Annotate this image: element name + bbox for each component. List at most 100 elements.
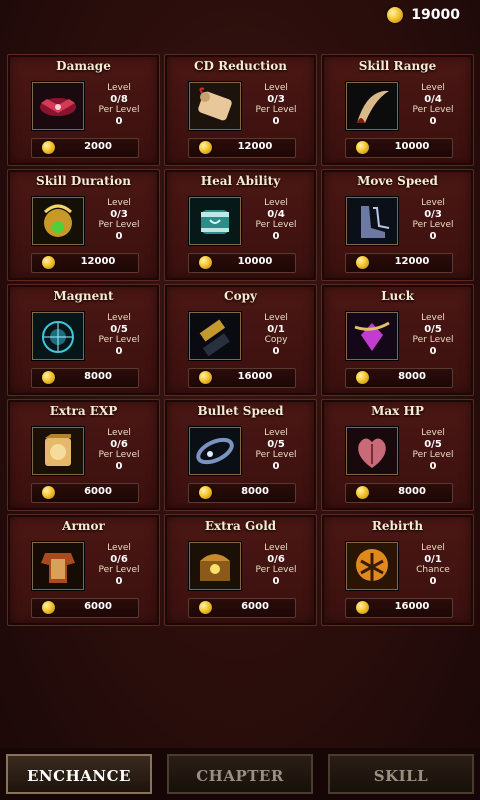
- damage-icon: [32, 82, 84, 130]
- buy-button[interactable]: 10000: [188, 253, 296, 273]
- tab-skill[interactable]: SKILL: [328, 754, 474, 794]
- buy-button[interactable]: 12000: [188, 138, 296, 158]
- enchant-card[interactable]: Rebirth Level 0/1 Chance 0 16000: [321, 514, 474, 626]
- price-value: 8000: [398, 486, 426, 497]
- stat-value: 0: [272, 461, 280, 472]
- card-stats: Level 0/5 Per Level 0: [90, 313, 148, 357]
- stat-value: 0/6: [267, 554, 285, 565]
- stat-label: Per Level: [412, 105, 454, 115]
- buy-button[interactable]: 8000: [345, 483, 453, 503]
- stat-value: 0: [272, 116, 280, 127]
- top-bar: 19000: [0, 0, 480, 32]
- stat-value: 0/5: [110, 324, 128, 335]
- buy-button[interactable]: 2000: [31, 138, 139, 158]
- gold-coin-icon: [356, 371, 369, 384]
- price-value: 6000: [84, 601, 112, 612]
- stat-value: 0/6: [110, 439, 128, 450]
- enchant-card[interactable]: Heal Ability Level 0/4 Per Level 0 10000: [164, 169, 317, 281]
- enchant-card[interactable]: CD Reduction Level 0/3 Per Level 0 12000: [164, 54, 317, 166]
- card-stats: Level 0/8 Per Level 0: [90, 83, 148, 127]
- enchant-card[interactable]: Bullet Speed Level 0/5 Per Level 0 8000: [164, 399, 317, 511]
- enchant-card[interactable]: Damage Level 0/8 Per Level 0 2000: [7, 54, 160, 166]
- buy-button[interactable]: 12000: [345, 253, 453, 273]
- card-title: Luck: [381, 289, 414, 303]
- gold-coin-icon: [356, 256, 369, 269]
- luck-icon: [346, 312, 398, 360]
- price-value: 6000: [84, 486, 112, 497]
- buy-button[interactable]: 16000: [188, 368, 296, 388]
- skill-duration-icon: [32, 197, 84, 245]
- price-value: 6000: [241, 601, 269, 612]
- card-stats: Level 0/6 Per Level 0: [90, 543, 148, 587]
- enchant-card[interactable]: Extra Gold Level 0/6 Per Level 0 6000: [164, 514, 317, 626]
- stat-value: 0: [429, 231, 437, 242]
- enchant-card[interactable]: Move Speed Level 0/3 Per Level 0 12000: [321, 169, 474, 281]
- gold-coin-icon: [42, 601, 55, 614]
- stat-label: Level: [421, 428, 445, 438]
- card-stats: Level 0/4 Per Level 0: [404, 83, 462, 127]
- card-title: Bullet Speed: [197, 404, 284, 418]
- gold-coin-icon: [199, 486, 212, 499]
- buy-button[interactable]: 8000: [345, 368, 453, 388]
- stat-label: Level: [107, 83, 131, 93]
- card-title: Copy: [224, 289, 257, 303]
- stat-value: 0/4: [424, 94, 442, 105]
- buy-button[interactable]: 12000: [31, 253, 139, 273]
- stat-label: Level: [107, 543, 131, 553]
- magnet-icon: [32, 312, 84, 360]
- stat-label: Level: [264, 198, 288, 208]
- stat-value: 0/5: [267, 439, 285, 450]
- enchant-card[interactable]: Extra EXP Level 0/6 Per Level 0 6000: [7, 399, 160, 511]
- stat-value: 0: [429, 461, 437, 472]
- price-value: 16000: [394, 601, 430, 612]
- card-stats: Level 0/1 Copy 0: [247, 313, 305, 357]
- price-value: 8000: [241, 486, 269, 497]
- buy-button[interactable]: 6000: [31, 483, 139, 503]
- enchant-card[interactable]: Magnent Level 0/5 Per Level 0 8000: [7, 284, 160, 396]
- enchant-card[interactable]: Armor Level 0/6 Per Level 0 6000: [7, 514, 160, 626]
- gold-amount: 19000: [411, 7, 460, 23]
- enchant-card[interactable]: Copy Level 0/1 Copy 0 16000: [164, 284, 317, 396]
- stat-label: Chance: [416, 565, 450, 575]
- gold-coin-icon: [42, 256, 55, 269]
- stat-label: Level: [421, 83, 445, 93]
- tab-chapter[interactable]: CHAPTER: [167, 754, 313, 794]
- stat-label: Level: [421, 543, 445, 553]
- card-title: Rebirth: [371, 519, 424, 533]
- stat-label: Per Level: [98, 450, 140, 460]
- stat-value: 0/6: [110, 554, 128, 565]
- stat-label: Level: [107, 313, 131, 323]
- price-value: 12000: [237, 141, 273, 152]
- enchant-card[interactable]: Max HP Level 0/5 Per Level 0 8000: [321, 399, 474, 511]
- gold-coin-icon: [199, 141, 212, 154]
- buy-button[interactable]: 8000: [31, 368, 139, 388]
- card-stats: Level 0/5 Per Level 0: [404, 313, 462, 357]
- buy-button[interactable]: 10000: [345, 138, 453, 158]
- stat-value: 0/1: [267, 324, 285, 335]
- card-stats: Level 0/6 Per Level 0: [247, 543, 305, 587]
- buy-button[interactable]: 8000: [188, 483, 296, 503]
- buy-button[interactable]: 6000: [188, 598, 296, 618]
- enchant-card[interactable]: Skill Range Level 0/4 Per Level 0 10000: [321, 54, 474, 166]
- heal-ability-icon: [189, 197, 241, 245]
- buy-button[interactable]: 6000: [31, 598, 139, 618]
- card-stats: Level 0/3 Per Level 0: [90, 198, 148, 242]
- enchant-card[interactable]: Luck Level 0/5 Per Level 0 8000: [321, 284, 474, 396]
- buy-button[interactable]: 16000: [345, 598, 453, 618]
- stat-value: 0/1: [424, 554, 442, 565]
- stat-value: 0: [115, 461, 123, 472]
- armor-icon: [32, 542, 84, 590]
- stat-value: 0: [115, 346, 123, 357]
- stat-value: 0/5: [424, 439, 442, 450]
- tab-enchance[interactable]: ENCHANCE: [6, 754, 152, 794]
- card-title: Damage: [56, 59, 111, 73]
- card-title: Skill Range: [358, 59, 437, 73]
- stat-label: Per Level: [412, 220, 454, 230]
- stat-label: Per Level: [255, 220, 297, 230]
- stat-value: 0/3: [424, 209, 442, 220]
- cd-reduction-icon: [189, 82, 241, 130]
- gold-coin-icon: [42, 141, 55, 154]
- stat-label: Level: [264, 83, 288, 93]
- stat-value: 0/3: [110, 209, 128, 220]
- enchant-card[interactable]: Skill Duration Level 0/3 Per Level 0 12000: [7, 169, 160, 281]
